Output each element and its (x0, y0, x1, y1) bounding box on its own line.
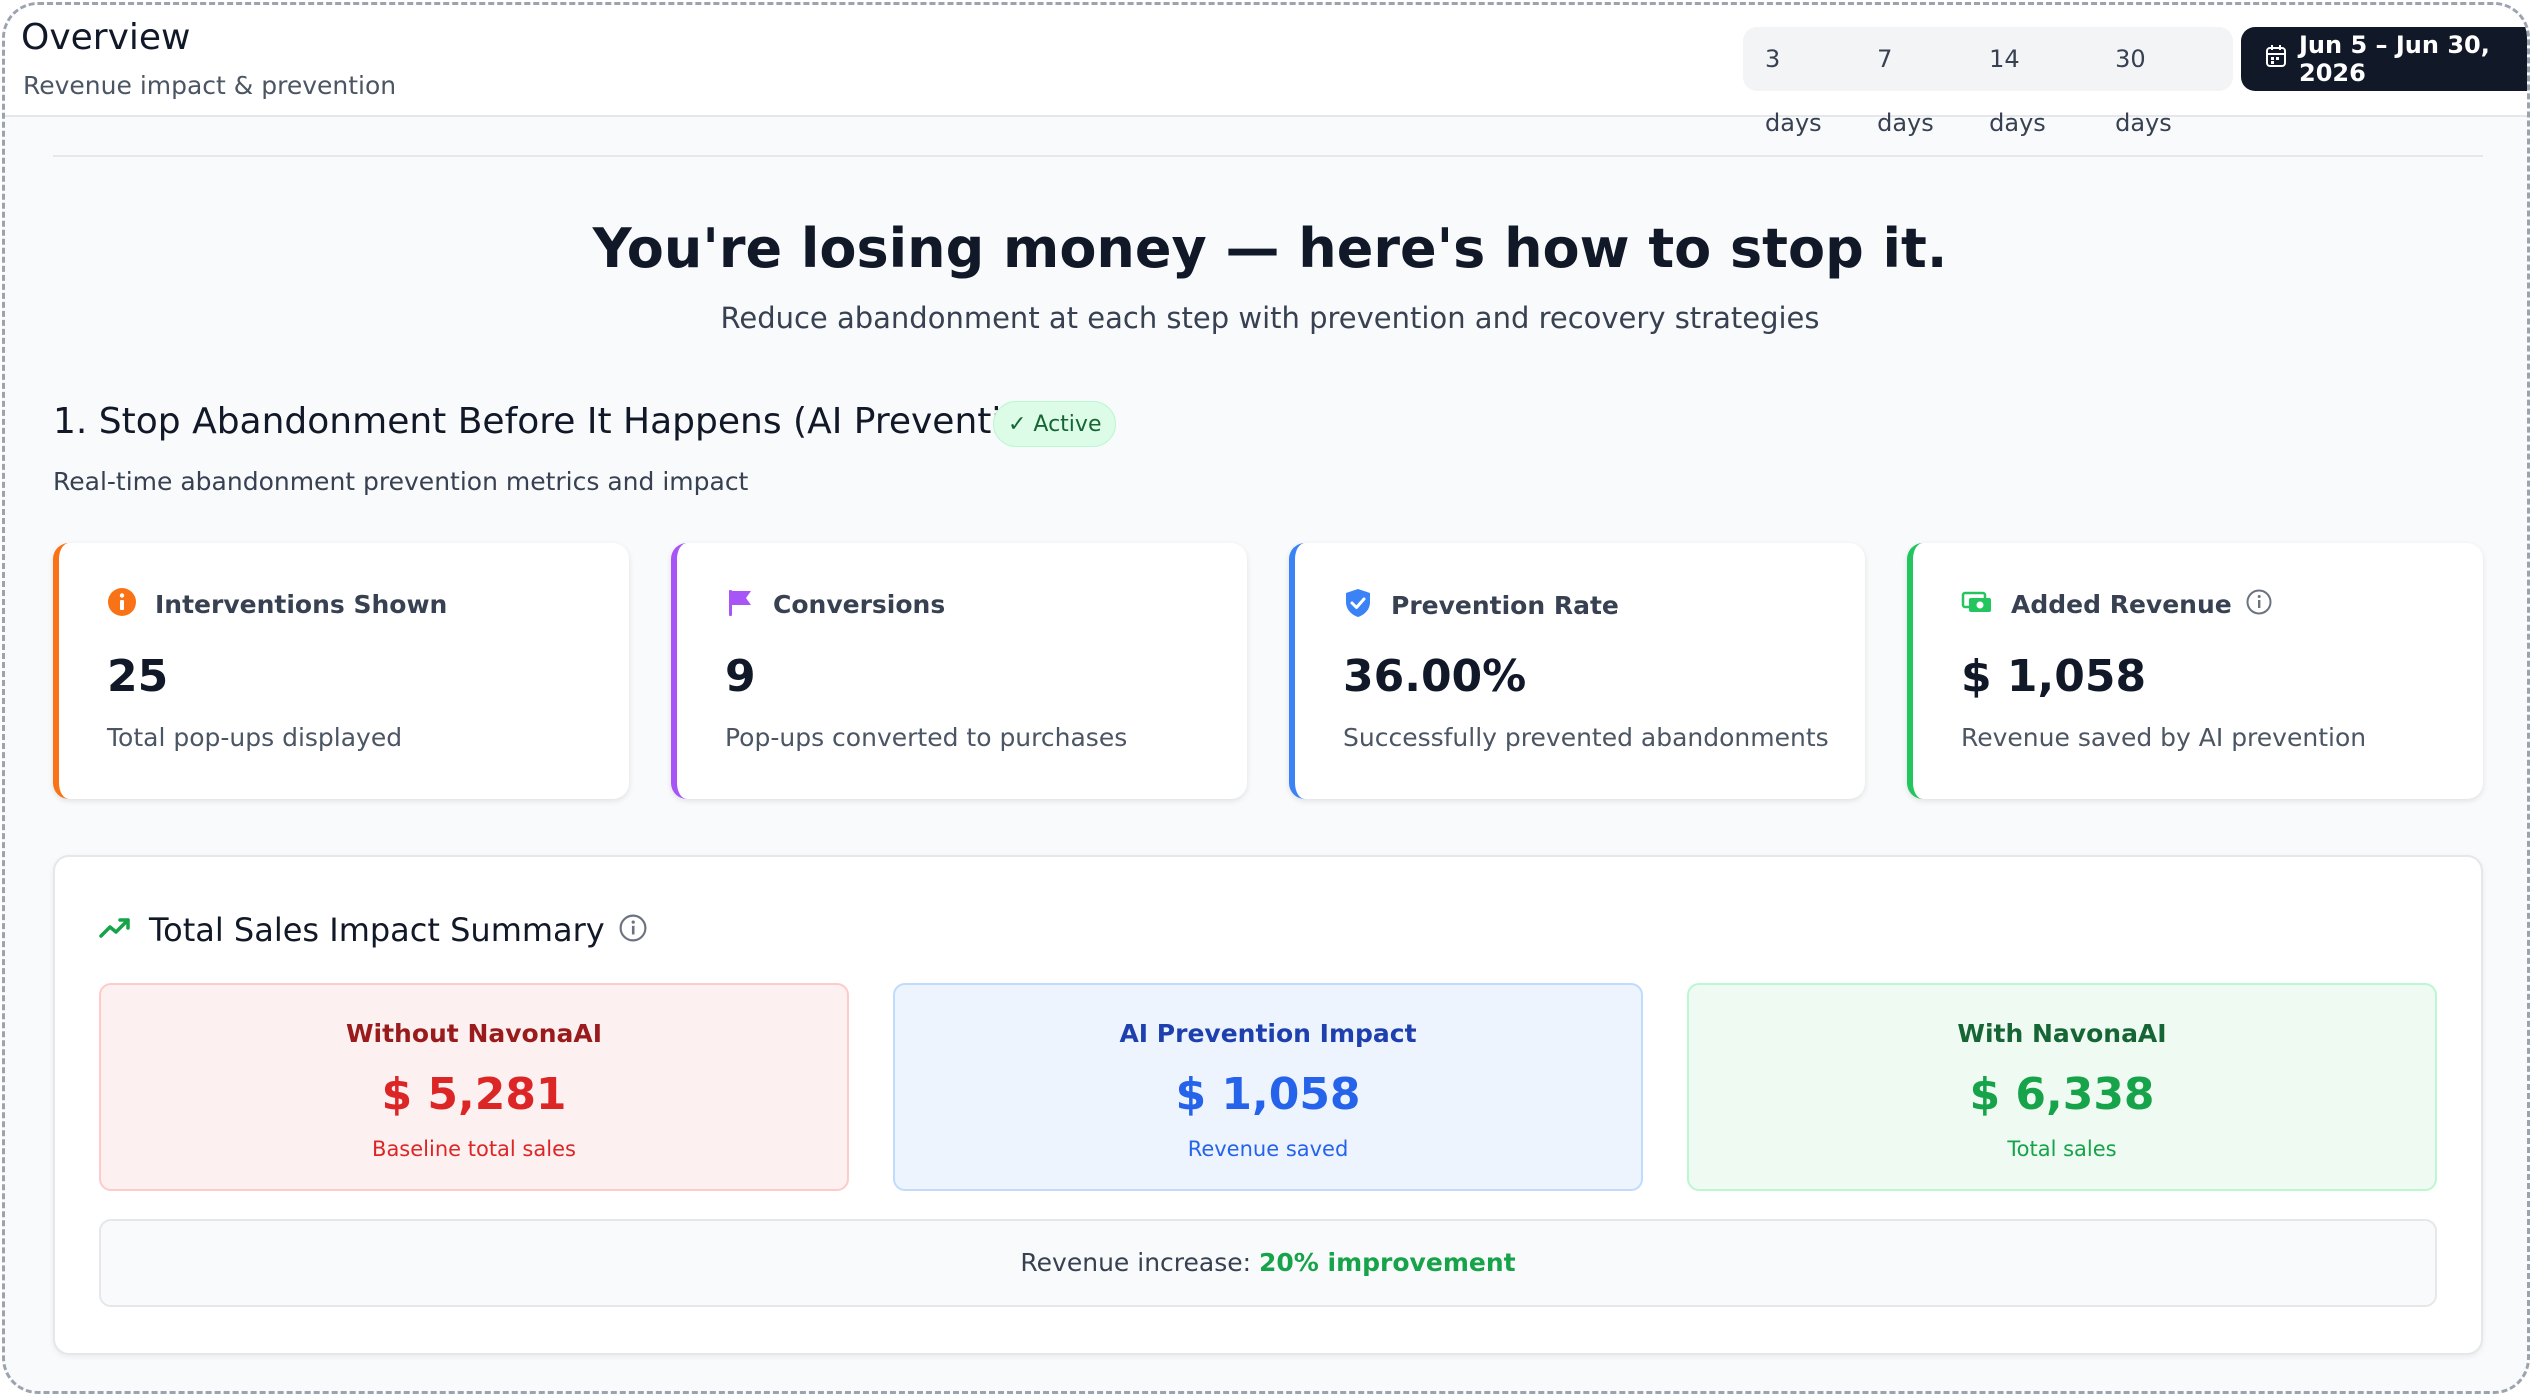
trending-up-icon (99, 916, 131, 944)
date-picker-button[interactable]: Jun 5 – Jun 30, 2026 (2241, 27, 2527, 91)
panel-label: With NavonaAI (1957, 1019, 2167, 1048)
with-navona-panel: With NavonaAI $ 6,338 Total sales (1687, 983, 2437, 1191)
metric-label: Added Revenue (2011, 589, 2232, 619)
calendar-icon (2265, 44, 2299, 74)
revenue-increase-value: 20% improvement (1259, 1248, 1516, 1277)
page-header: Overview Revenue impact & prevention 3 d… (5, 5, 2527, 137)
metric-value: 25 (107, 651, 169, 702)
metric-value: $ 1,058 (1961, 651, 2147, 702)
ai-prevention-panel: AI Prevention Impact $ 1,058 Revenue sav… (893, 983, 1643, 1191)
metric-label: Conversions (773, 589, 946, 619)
panel-value: $ 6,338 (1969, 1069, 2155, 1120)
range-3-days-button[interactable]: 3 days (1755, 27, 1857, 137)
page-title: Overview (21, 17, 191, 58)
metric-label: Interventions Shown (155, 589, 448, 619)
shield-check-icon (1343, 587, 1373, 623)
flag-icon (725, 587, 755, 621)
info-icon (107, 587, 137, 621)
panel-description: Total sales (2007, 1137, 2117, 1161)
range-30-days-button[interactable]: 30 days (2095, 27, 2221, 137)
panel-description: Revenue saved (1187, 1137, 1349, 1161)
metric-card-added-revenue: Added Revenue $ 1,058 Revenue saved by A… (1907, 543, 2483, 799)
info-outline-icon[interactable] (619, 914, 647, 946)
revenue-increase-bar: Revenue increase: 20% improvement (99, 1219, 2437, 1307)
without-navona-panel: Without NavonaAI $ 5,281 Baseline total … (99, 983, 849, 1191)
range-14-days-button[interactable]: 14 days (1969, 27, 2095, 137)
cash-icon (1961, 587, 1993, 621)
metric-description: Total pop-ups displayed (107, 723, 403, 752)
metric-label: Prevention Rate (1391, 590, 1619, 620)
status-badge: ✓ Active (993, 401, 1117, 447)
panel-label: Without NavonaAI (345, 1019, 603, 1048)
metric-description: Revenue saved by AI prevention (1961, 723, 2367, 752)
summary-title: Total Sales Impact Summary (149, 911, 605, 949)
date-range-label: Jun 5 – Jun 30, 2026 (2299, 31, 2490, 87)
hero-subtitle: Reduce abandonment at each step with pre… (720, 301, 1820, 335)
metric-card-conversions: Conversions 9 Pop-ups converted to purch… (671, 543, 1247, 799)
divider (53, 155, 2483, 157)
sales-impact-summary: Total Sales Impact Summary Without Navon… (53, 855, 2483, 1355)
panel-label: AI Prevention Impact (1119, 1019, 1417, 1048)
metric-value: 9 (725, 651, 756, 702)
hero-title: You're losing money — here's how to stop… (592, 217, 1948, 280)
metric-description: Pop-ups converted to purchases (725, 723, 1128, 752)
page-subtitle: Revenue impact & prevention (23, 71, 397, 100)
panel-value: $ 5,281 (381, 1069, 567, 1120)
app-frame: Overview Revenue impact & prevention 3 d… (2, 2, 2530, 1394)
section-subtitle: Real-time abandonment prevention metrics… (53, 467, 749, 496)
revenue-increase-label: Revenue increase: (1020, 1248, 1252, 1277)
section-title: 1. Stop Abandonment Before It Happens (A… (53, 401, 1061, 442)
metric-card-interventions: Interventions Shown 25 Total pop-ups dis… (53, 543, 629, 799)
info-outline-icon[interactable] (2246, 589, 2272, 619)
panel-description: Baseline total sales (372, 1137, 576, 1161)
date-range-selector: 3 days 7 days 14 days 30 days (1743, 27, 2233, 137)
range-7-days-button[interactable]: 7 days (1857, 27, 1969, 137)
metric-value: 36.00% (1343, 651, 1527, 702)
metric-description: Successfully prevented abandonments (1343, 723, 1829, 752)
metric-card-prevention-rate: Prevention Rate 36.00% Successfully prev… (1289, 543, 1865, 799)
panel-value: $ 1,058 (1175, 1069, 1361, 1120)
